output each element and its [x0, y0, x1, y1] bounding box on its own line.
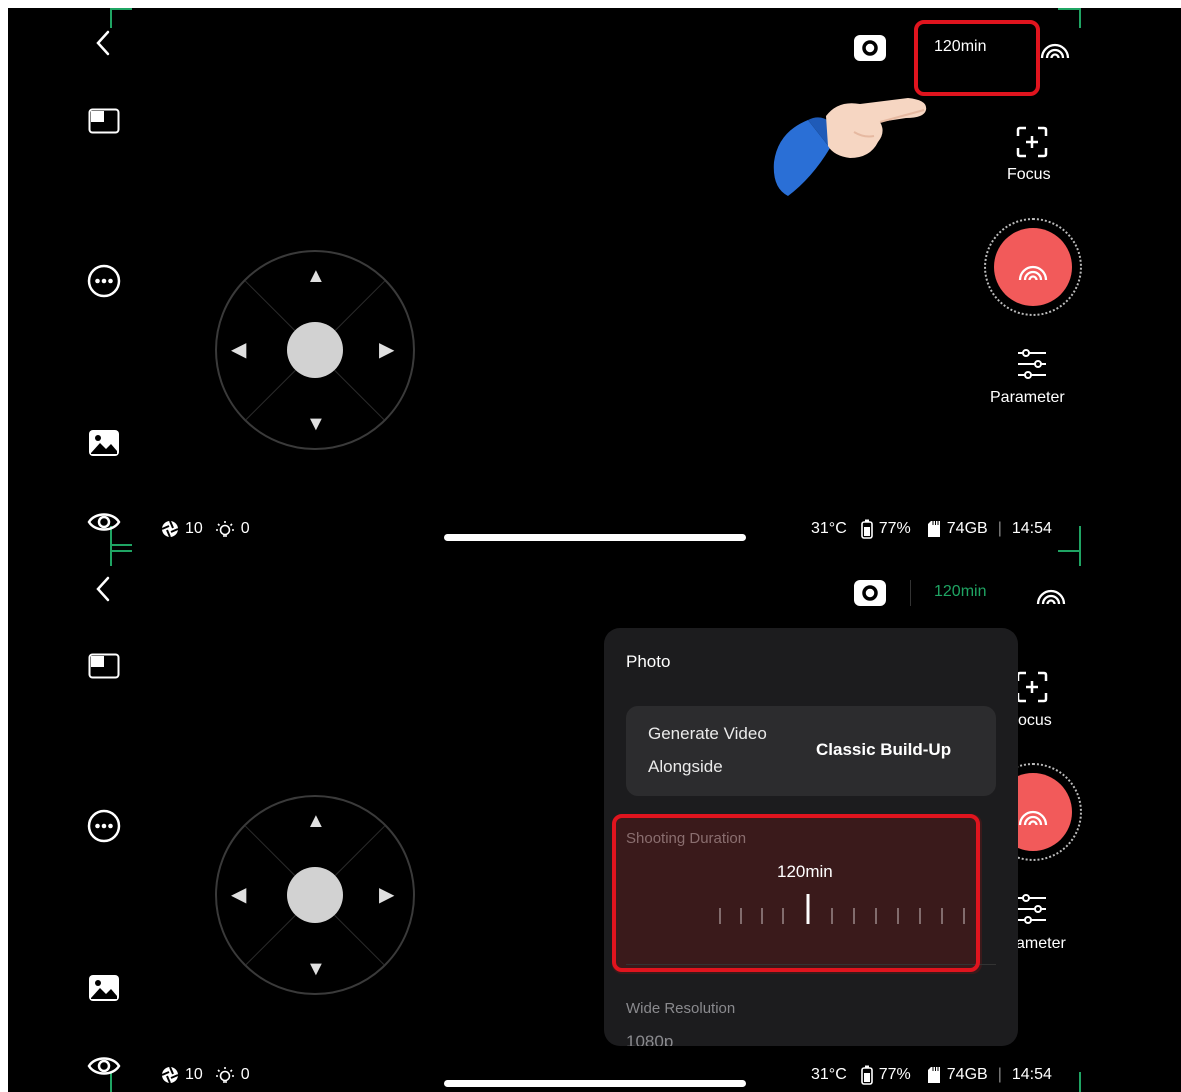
arrow-left-icon[interactable]: ◀ — [231, 340, 246, 360]
wide-resolution-value[interactable]: 1080p — [626, 1032, 673, 1046]
arrow-up-icon[interactable]: ▲ — [306, 266, 326, 286]
status-separator: | — [997, 520, 1002, 537]
record-button[interactable] — [984, 218, 1082, 316]
battery-level: 77% — [878, 520, 911, 537]
home-indicator[interactable] — [444, 1080, 746, 1087]
arrow-right-icon[interactable]: ▶ — [379, 885, 394, 905]
gimbal-joystick[interactable]: ▲ ▼ ◀ ▶ — [215, 795, 415, 995]
camera-screen-bottom: 10 0 ▲ ▼ ◀ ▶ 120min ocus ameter Photo Ge… — [8, 546, 1181, 1092]
gallery-icon[interactable] — [88, 429, 120, 457]
duration-highlight — [914, 20, 1040, 96]
joystick-knob[interactable] — [287, 867, 343, 923]
duration-highlight — [612, 814, 980, 972]
gimbal-joystick[interactable]: ▲ ▼ ◀ ▶ — [215, 250, 415, 450]
clock: 14:54 — [1011, 1066, 1052, 1083]
battery-icon — [860, 1065, 873, 1085]
battery-level: 77% — [878, 1066, 911, 1083]
count-a: 10 — [185, 520, 203, 537]
arrow-down-icon[interactable]: ▼ — [306, 959, 326, 979]
frame-guide — [110, 550, 132, 552]
layout-icon[interactable] — [88, 653, 120, 679]
count-b: 0 — [240, 1066, 250, 1083]
frame-guide — [1058, 550, 1080, 552]
camera-screen-top: 10 0 ▲ ▼ ◀ ▶ 120min Focus Parameter 31°C… — [8, 8, 1181, 546]
parameter-label[interactable]: Parameter — [990, 389, 1065, 407]
storage: 74GB — [946, 1066, 988, 1083]
left-stats: 10 0 — [161, 519, 250, 539]
light-icon — [215, 519, 235, 539]
duration-button[interactable]: 120min — [934, 38, 986, 56]
back-icon[interactable] — [96, 30, 110, 56]
layout-icon[interactable] — [88, 108, 120, 134]
battery-icon — [860, 519, 873, 539]
sd-card-icon — [927, 520, 941, 538]
divider — [910, 580, 911, 606]
pointing-hand-icon — [768, 92, 938, 202]
sheet-title: Photo — [626, 652, 671, 671]
frame-guide — [1079, 546, 1081, 566]
duration-button[interactable]: 120min — [934, 583, 986, 601]
focus-label[interactable]: Focus — [1007, 166, 1051, 184]
eye-icon[interactable] — [87, 1054, 121, 1078]
camera-icon[interactable] — [853, 34, 887, 62]
arrow-left-icon[interactable]: ◀ — [231, 885, 246, 905]
focus-icon[interactable] — [1016, 126, 1048, 158]
arrow-down-icon[interactable]: ▼ — [306, 414, 326, 434]
count-b: 0 — [240, 520, 250, 537]
gallery-icon[interactable] — [88, 974, 120, 1002]
more-icon[interactable] — [87, 809, 121, 843]
camera-icon[interactable] — [853, 579, 887, 607]
frame-guide — [1058, 8, 1080, 10]
status-separator: | — [997, 1066, 1002, 1083]
status-bar: 31°C 77% 74GB | 14:54 — [811, 519, 1052, 539]
sliders-icon[interactable] — [1016, 348, 1048, 380]
generate-video-row[interactable]: Generate Video Alongside Classic Build-U… — [626, 706, 996, 796]
signal-icon[interactable] — [1034, 580, 1068, 606]
generate-video-value[interactable]: Classic Build-Up — [816, 740, 951, 760]
left-stats: 10 0 — [161, 1065, 250, 1085]
focus-icon[interactable] — [1016, 671, 1048, 703]
sd-card-icon — [927, 1066, 941, 1084]
aperture-icon — [161, 1066, 179, 1084]
frame-guide — [110, 546, 112, 566]
focus-label[interactable]: ocus — [1018, 712, 1052, 730]
arrow-right-icon[interactable]: ▶ — [379, 340, 394, 360]
clock: 14:54 — [1011, 520, 1052, 537]
wide-resolution-label: Wide Resolution — [626, 1000, 736, 1017]
back-icon[interactable] — [96, 576, 110, 602]
frame-guide — [1079, 8, 1081, 28]
temperature: 31°C — [811, 520, 847, 537]
more-icon[interactable] — [87, 264, 121, 298]
parameter-label[interactable]: ameter — [1016, 935, 1066, 953]
storage: 74GB — [946, 520, 988, 537]
generate-video-label-line2: Alongside — [648, 757, 723, 776]
eye-icon[interactable] — [87, 510, 121, 534]
status-bar: 31°C 77% 74GB | 14:54 — [811, 1065, 1052, 1085]
record-icon — [1016, 256, 1050, 282]
joystick-knob[interactable] — [287, 322, 343, 378]
frame-guide — [110, 8, 132, 10]
frame-guide — [110, 8, 112, 28]
arrow-up-icon[interactable]: ▲ — [306, 811, 326, 831]
frame-guide — [1079, 1072, 1081, 1092]
generate-video-label-line1: Generate Video — [648, 724, 767, 743]
signal-icon[interactable] — [1038, 34, 1072, 60]
sliders-icon[interactable] — [1016, 893, 1048, 925]
temperature: 31°C — [811, 1066, 847, 1083]
home-indicator[interactable] — [444, 534, 746, 541]
count-a: 10 — [185, 1066, 203, 1083]
aperture-icon — [161, 520, 179, 538]
light-icon — [215, 1065, 235, 1085]
frame-guide — [1079, 526, 1081, 546]
record-icon — [1016, 801, 1050, 827]
